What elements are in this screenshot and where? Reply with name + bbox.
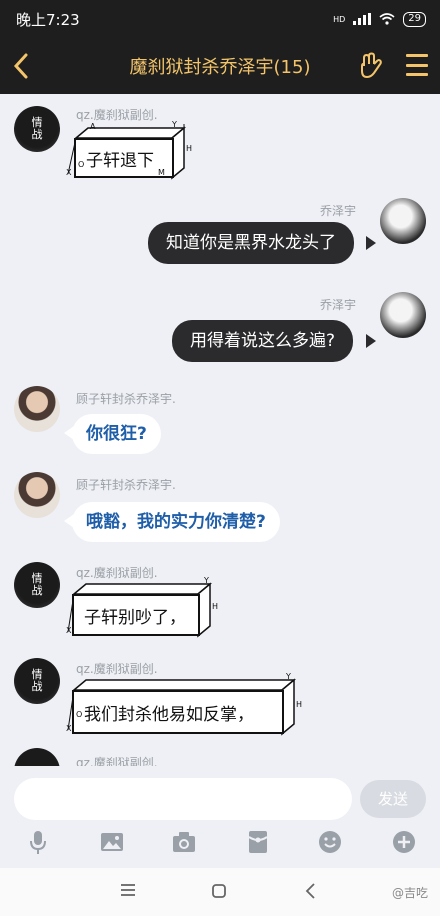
toolbar	[0, 828, 440, 856]
axis-label-m: M	[158, 168, 165, 177]
camera-icon[interactable]	[170, 828, 198, 856]
avatar[interactable]: 情战	[14, 562, 60, 608]
recent-apps-icon[interactable]	[118, 882, 138, 898]
axis-label-y: Y	[172, 120, 177, 129]
image-icon[interactable]	[98, 828, 126, 856]
box-sticker[interactable]: 我们封杀他易如反掌， Y H O X	[64, 672, 303, 736]
hand-gesture-icon[interactable]	[358, 52, 384, 80]
sender-name: qz.魔刹狱副创.	[76, 108, 158, 122]
avatar-text-2: 战	[31, 680, 43, 693]
avatar[interactable]	[380, 198, 426, 244]
sender-name: 乔泽宇	[320, 298, 357, 312]
chat-area[interactable]: 情战 qz.魔刹狱副创. 子轩退下 A Y H X O M 乔泽宇 知道你是黑界…	[0, 94, 440, 766]
emoji-icon[interactable]	[316, 828, 344, 856]
bubble-tail	[366, 334, 376, 348]
axis-label-o: O	[78, 160, 85, 169]
message-text: 你很狂?	[86, 424, 147, 444]
watermark: @吉吃	[391, 886, 428, 900]
sticker-text: 子轩别吵了，	[84, 607, 186, 628]
home-icon[interactable]	[210, 882, 228, 900]
message-text: 知道你是黑界水龙头了	[166, 233, 336, 253]
axis-label-x: X	[66, 168, 72, 177]
sender-name: qz.魔刹狱副创.	[76, 566, 158, 580]
bubble-tail	[366, 236, 376, 250]
sticker-text: 子轩退下	[86, 150, 154, 171]
sticker-text: 我们封杀他易如反掌，	[84, 704, 254, 725]
message-text: 哦豁，我的实力你清楚?	[86, 512, 266, 532]
message-bubble[interactable]: 用得着说这么多遍?	[172, 320, 354, 362]
back-arrow-icon[interactable]	[8, 50, 36, 82]
microphone-icon[interactable]	[24, 828, 52, 856]
avatar[interactable]	[14, 472, 60, 518]
status-time: 晚上7:23	[16, 10, 80, 29]
network-label: HD	[333, 14, 346, 24]
avatar[interactable]	[380, 292, 426, 338]
axis-label-y: Y	[204, 576, 209, 585]
box-sticker[interactable]: 子轩别吵了， Y H X	[64, 576, 219, 638]
sender-name: qz.魔刹狱副创.	[76, 662, 158, 676]
avatar[interactable]	[14, 386, 60, 432]
input-bar: 发送	[0, 766, 440, 828]
box-sticker[interactable]: 子轩退下 A Y H X O M	[64, 120, 194, 180]
avatar[interactable]	[14, 748, 60, 766]
message-text: 用得着说这么多遍?	[190, 331, 336, 351]
avatar-text-2: 战	[31, 584, 43, 597]
battery-indicator: 29	[403, 11, 426, 27]
axis-label-a: A	[90, 122, 96, 131]
system-nav-bar: @吉吃	[0, 868, 440, 916]
axis-label-x: X	[66, 626, 72, 635]
axis-label-h: H	[296, 700, 303, 709]
chat-header: 魔刹狱封杀乔泽宇(15)	[0, 38, 440, 94]
sender-name: 顾子轩封杀乔泽宇.	[76, 392, 176, 406]
axis-label-y: Y	[286, 672, 291, 681]
status-bar: 晚上7:23 HD 29	[0, 0, 440, 38]
signal-icon	[353, 13, 372, 25]
axis-label-x: X	[66, 724, 72, 733]
message-bubble[interactable]: 哦豁，我的实力你清楚?	[72, 502, 280, 542]
axis-label-o: O	[76, 710, 83, 719]
sender-name: 顾子轩封杀乔泽宇.	[76, 478, 176, 492]
chat-title: 魔刹狱封杀乔泽宇(15)	[129, 57, 311, 78]
message-input[interactable]	[14, 778, 352, 820]
plus-icon[interactable]	[390, 828, 418, 856]
send-button[interactable]: 发送	[360, 780, 426, 818]
wifi-icon	[379, 13, 395, 25]
sender-name: 乔泽宇	[320, 204, 357, 218]
axis-label-h: H	[186, 144, 193, 153]
red-packet-icon[interactable]	[244, 828, 272, 856]
avatar-text-2: 战	[31, 128, 43, 141]
message-bubble[interactable]: 知道你是黑界水龙头了	[148, 222, 354, 264]
avatar[interactable]: 情战	[14, 658, 60, 704]
message-bubble[interactable]: 你很狂?	[72, 414, 161, 454]
menu-icon[interactable]	[406, 54, 428, 76]
axis-label-h: H	[212, 602, 219, 611]
avatar[interactable]: 情战	[14, 106, 60, 152]
sender-name: qz.魔刹狱副创.	[76, 756, 158, 766]
back-nav-icon[interactable]	[304, 882, 318, 900]
